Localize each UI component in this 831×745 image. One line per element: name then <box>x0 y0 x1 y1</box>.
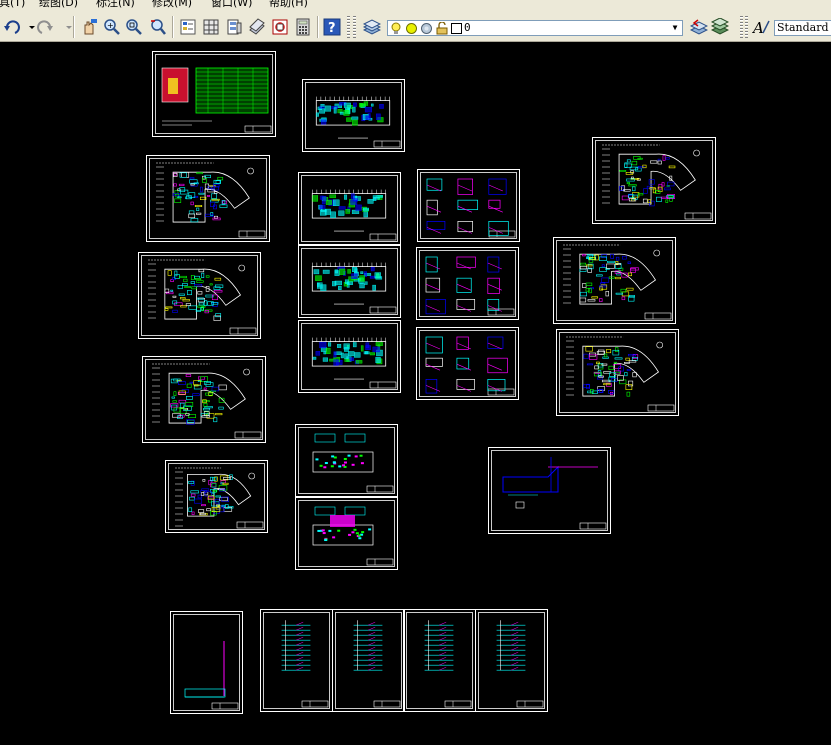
model-space[interactable] <box>0 43 831 745</box>
drawing-sheet[interactable] <box>142 356 266 443</box>
menu-tools[interactable]: 具(T) <box>0 0 25 8</box>
menu-help[interactable]: 帮助(H) <box>269 0 308 8</box>
drawing-sheet[interactable] <box>417 169 520 242</box>
drawing-sheet[interactable] <box>298 245 401 318</box>
toolbar: + ? 0 ▼ A Standard <box>0 12 831 42</box>
drawing-sheet[interactable] <box>302 79 405 152</box>
drawing-canvas[interactable] <box>0 43 831 745</box>
undo-dropdown-icon[interactable] <box>23 18 35 36</box>
text-style-dropdown[interactable]: Standard <box>774 20 831 36</box>
redo-dropdown-icon[interactable] <box>60 18 72 36</box>
drawing-sheet[interactable] <box>553 237 676 324</box>
design-center-icon[interactable] <box>202 18 220 36</box>
quickcalc-icon[interactable] <box>294 18 312 36</box>
drawing-sheet[interactable] <box>556 329 679 416</box>
tool-palettes-icon[interactable] <box>225 18 243 36</box>
drawing-sheet[interactable] <box>416 247 519 320</box>
menu-draw[interactable]: 绘图(D) <box>39 0 78 8</box>
drawing-sheet[interactable] <box>488 447 611 534</box>
menu-window[interactable]: 窗口(W) <box>211 0 252 8</box>
drawing-sheet[interactable] <box>298 172 401 245</box>
layer-previous-icon[interactable] <box>690 18 708 36</box>
sun-icon <box>406 23 417 34</box>
svg-text:?: ? <box>328 21 336 36</box>
chevron-down-icon[interactable]: ▼ <box>669 22 681 34</box>
layer-states-icon[interactable] <box>711 18 729 36</box>
layer-manager-icon[interactable] <box>363 18 381 36</box>
drawing-sheet[interactable] <box>332 609 405 712</box>
lightbulb-icon <box>391 22 401 34</box>
lock-icon <box>436 22 448 35</box>
menu-modify[interactable]: 修改(M) <box>152 0 192 8</box>
drawing-sheet[interactable] <box>152 51 276 137</box>
properties-icon[interactable] <box>179 18 197 36</box>
help-icon[interactable]: ? <box>323 18 341 36</box>
drawing-sheet[interactable] <box>403 609 476 712</box>
svg-text:+: + <box>107 21 114 30</box>
text-style-icon[interactable]: A <box>752 18 770 36</box>
freeze-icon <box>421 23 432 34</box>
drawing-sheet[interactable] <box>138 252 261 339</box>
markup-icon[interactable] <box>271 18 289 36</box>
drawing-sheet[interactable] <box>170 611 243 714</box>
drawing-sheet[interactable] <box>295 424 398 497</box>
undo-icon[interactable] <box>3 18 21 36</box>
text-style-name: Standard <box>777 21 829 34</box>
layer-dropdown[interactable]: 0 ▼ <box>387 20 683 36</box>
zoom-previous-icon[interactable] <box>149 18 167 36</box>
drawing-sheet[interactable] <box>260 609 333 712</box>
drawing-sheet[interactable] <box>475 609 548 712</box>
drawing-sheet[interactable] <box>146 155 270 242</box>
color-box-icon <box>451 23 462 34</box>
redo-icon[interactable] <box>36 18 54 36</box>
pan-icon[interactable] <box>80 18 98 36</box>
menu-bar: 具(T) 绘图(D) 标注(N) 修改(M) 窗口(W) 帮助(H) <box>0 0 831 12</box>
drawing-sheet[interactable] <box>165 460 268 533</box>
drawing-sheet[interactable] <box>298 320 401 393</box>
drawing-sheet[interactable] <box>416 327 519 400</box>
drawing-sheet[interactable] <box>295 497 398 570</box>
sheet-set-icon[interactable] <box>248 18 266 36</box>
menu-dimension[interactable]: 标注(N) <box>96 0 135 8</box>
zoom-window-icon[interactable] <box>125 18 143 36</box>
layer-name: 0 <box>464 21 471 34</box>
zoom-realtime-icon[interactable]: + <box>103 18 121 36</box>
drawing-sheet[interactable] <box>592 137 716 224</box>
svg-text:A: A <box>752 19 764 36</box>
